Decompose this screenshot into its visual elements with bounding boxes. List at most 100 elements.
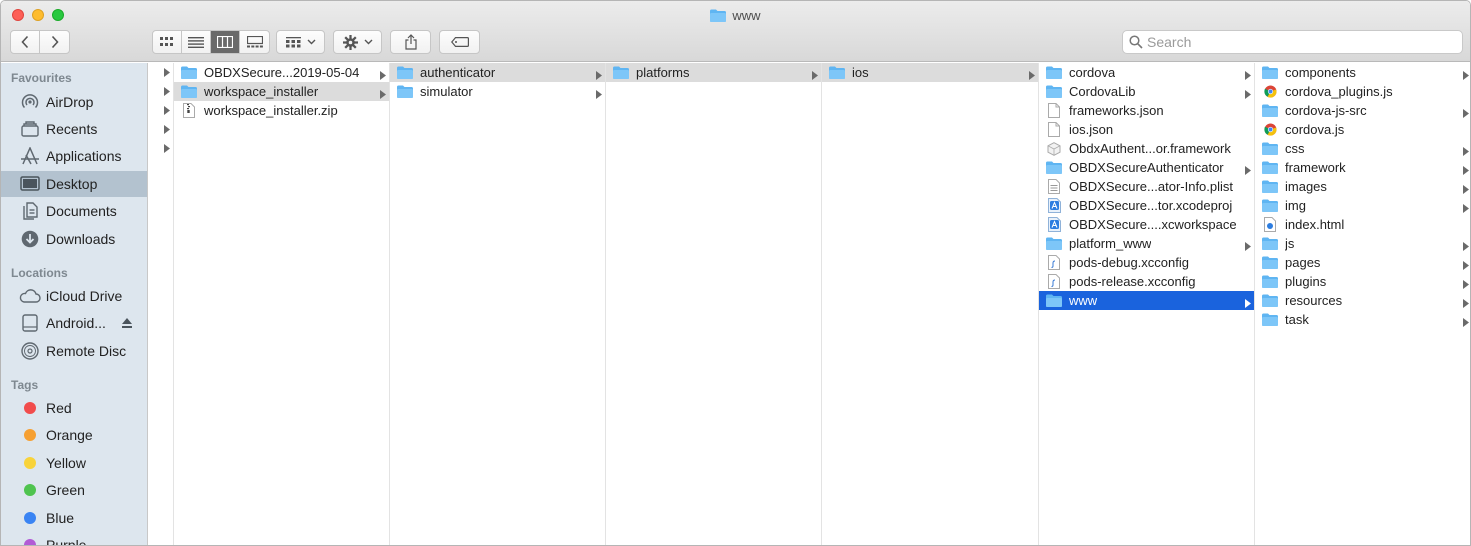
sidebar-item-icloud-drive[interactable]: iCloud Drive	[1, 283, 147, 309]
sidebar-item-applications[interactable]: Applications	[1, 143, 147, 169]
file-row[interactable]: pods-release.xcconfig	[1039, 272, 1254, 291]
sidebar-item-documents[interactable]: Documents	[1, 198, 147, 224]
xcode-icon	[1046, 198, 1062, 213]
icon-view-button[interactable]	[153, 31, 182, 53]
search-field[interactable]	[1122, 30, 1463, 54]
file-row[interactable]: framework	[1255, 158, 1470, 177]
search-input[interactable]	[1147, 34, 1447, 50]
file-row[interactable]: css	[1255, 139, 1470, 159]
file-row[interactable]: frameworks.json	[1039, 101, 1254, 120]
file-row[interactable]: cordova-js-src	[1255, 101, 1470, 121]
disclosure-chevron-icon	[1463, 144, 1469, 159]
file-row[interactable]: authenticator	[390, 63, 605, 82]
file-row[interactable]: workspace_installer	[174, 82, 389, 101]
chevron-right-icon[interactable]	[164, 106, 170, 115]
file-row[interactable]: simulator	[390, 82, 605, 101]
chevron-right-icon[interactable]	[164, 68, 170, 77]
sidebar-item-label: Remote Disc	[46, 343, 127, 359]
chevron-right-icon[interactable]	[164, 87, 170, 96]
disclosure-chevron-icon	[1463, 106, 1469, 121]
action-menu-button[interactable]	[333, 30, 382, 54]
file-row[interactable]: cordova.js	[1255, 120, 1470, 139]
sidebar-item-tag-blue[interactable]: Blue	[1, 505, 147, 531]
icon-grid-icon	[160, 37, 173, 46]
file-row[interactable]: task	[1255, 310, 1470, 329]
sidebar-item-downloads[interactable]: Downloads	[1, 226, 147, 252]
file-row[interactable]: plugins	[1255, 272, 1470, 291]
sidebar-item-label: Yellow	[46, 455, 86, 471]
file-name: workspace_installer	[204, 84, 319, 99]
file-row[interactable]: OBDXSecure....xcworkspace	[1039, 215, 1254, 234]
chevron-right-icon[interactable]	[164, 144, 170, 153]
file-row[interactable]: platform_www	[1039, 234, 1254, 253]
file-row[interactable]: OBDXSecureAuthenticator	[1039, 158, 1254, 177]
sidebar-item-airdrop[interactable]: AirDrop	[1, 89, 147, 115]
list-view-button[interactable]	[182, 31, 211, 53]
sidebar-item-tag-orange[interactable]: Orange	[1, 422, 147, 448]
eject-icon[interactable]	[121, 316, 133, 332]
back-button[interactable]	[11, 31, 40, 53]
column-view-button[interactable]	[211, 31, 240, 53]
chevron-right-icon[interactable]	[164, 125, 170, 134]
share-button[interactable]	[390, 30, 431, 54]
file-row[interactable]: CordovaLib	[1039, 82, 1254, 101]
file-row[interactable]: resources	[1255, 291, 1470, 310]
folder-icon	[1046, 161, 1062, 175]
file-row[interactable]: ios.json	[1039, 120, 1254, 139]
file-row[interactable]: img	[1255, 196, 1470, 215]
column-browser: OBDXSecure...2019-05-04 workspace_install…	[149, 63, 1470, 545]
sidebar-item-label: iCloud Drive	[46, 288, 123, 304]
file-row[interactable]: pods-debug.xcconfig	[1039, 253, 1254, 272]
sidebar-item-tag-purple[interactable]: Purple	[1, 532, 147, 546]
file-row[interactable]: cordova	[1039, 63, 1254, 82]
gallery-view-button[interactable]	[240, 31, 269, 53]
file-row[interactable]: www	[1039, 291, 1254, 310]
sidebar-item-recents[interactable]: Recents	[1, 116, 147, 142]
folder-icon	[181, 85, 197, 99]
edit-tags-button[interactable]	[439, 30, 480, 54]
file-row[interactable]: OBDXSecure...ator-Info.plist	[1039, 177, 1254, 196]
forward-button[interactable]	[40, 31, 69, 53]
disclosure-chevron-icon	[1463, 239, 1469, 254]
file-row[interactable]: ios	[822, 63, 1038, 82]
disclosure-chevron-icon	[596, 68, 602, 83]
folder-icon	[829, 66, 845, 80]
xcode-icon	[1046, 217, 1062, 232]
sidebar-item-label: Purple	[46, 537, 87, 546]
group-by-button[interactable]	[276, 30, 325, 54]
sidebar-item-label: Green	[46, 482, 85, 498]
file-row[interactable]: ObdxAuthent...or.framework	[1039, 139, 1254, 158]
file-row[interactable]: images	[1255, 177, 1470, 196]
file-row[interactable]: index.html	[1255, 215, 1470, 234]
file-row[interactable]: OBDXSecure...2019-05-04	[174, 63, 389, 82]
file-row[interactable]: pages	[1255, 253, 1470, 272]
file-name: www	[1069, 293, 1098, 308]
sidebar-item-remote-disc[interactable]: Remote Disc	[1, 338, 147, 364]
file-name: task	[1285, 312, 1309, 327]
disclosure-chevron-icon	[1245, 68, 1251, 83]
list-icon	[188, 36, 204, 48]
framework-icon	[1046, 141, 1062, 156]
sidebar-item-label: Orange	[46, 427, 93, 443]
folder-icon	[710, 9, 727, 25]
documents-icon	[19, 201, 41, 221]
file-row[interactable]: workspace_installer.zip	[174, 101, 389, 120]
file-row[interactable]: components	[1255, 63, 1470, 82]
tags-heading: Tags	[11, 378, 39, 392]
file-row[interactable]: OBDXSecure...tor.xcodeproj	[1039, 196, 1254, 215]
document-icon	[1046, 122, 1062, 137]
file-row[interactable]: js	[1255, 234, 1470, 254]
file-row[interactable]: cordova_plugins.js	[1255, 82, 1470, 101]
sidebar-item-tag-yellow[interactable]: Yellow	[1, 450, 147, 476]
sidebar-item-desktop[interactable]: Desktop	[1, 171, 147, 197]
sidebar-item-tag-green[interactable]: Green	[1, 477, 147, 503]
file-name: cordova-js-src	[1285, 103, 1367, 118]
sidebar-item-label: Red	[46, 400, 72, 416]
sidebar-item-android[interactable]: Android...	[1, 310, 147, 336]
folder-icon	[1262, 256, 1278, 270]
sidebar-item-tag-red[interactable]: Red	[1, 395, 147, 421]
file-name: OBDXSecure...tor.xcodeproj	[1069, 198, 1233, 213]
desktop-icon	[19, 174, 41, 194]
file-row[interactable]: platforms	[606, 63, 821, 82]
disclosure-chevron-icon	[1245, 296, 1251, 311]
